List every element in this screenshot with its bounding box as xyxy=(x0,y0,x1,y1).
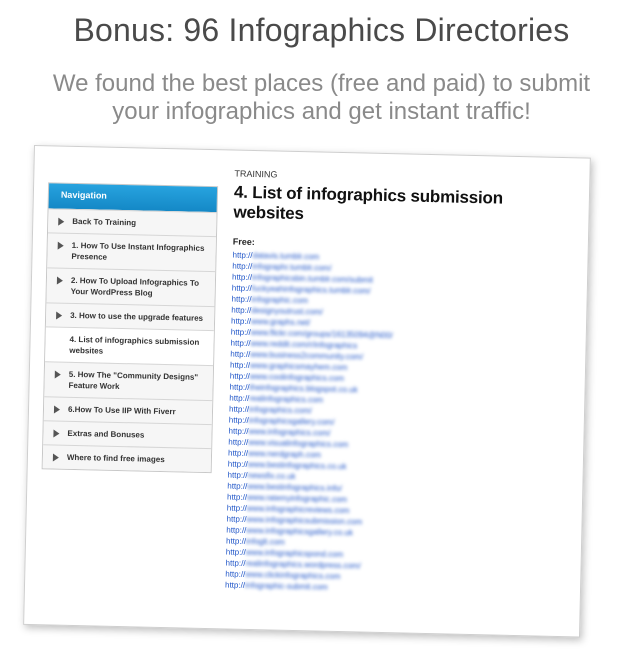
nav-item-label: 5. How The "Community Designs" Feature W… xyxy=(68,369,199,392)
nav-item-2[interactable]: 2. How To Upload Infographics To Your Wo… xyxy=(46,267,216,307)
headline: Bonus: 96 Infographics Directories xyxy=(73,12,570,48)
nav-item-label: 2. How To Upload Infographics To Your Wo… xyxy=(70,275,200,298)
nav-item-5[interactable]: 5. How The "Community Designs" Feature W… xyxy=(44,361,214,401)
triangle-right-icon xyxy=(54,370,61,379)
triangle-right-icon xyxy=(52,453,60,462)
nav-item-free-images[interactable]: Where to find free images xyxy=(42,444,212,473)
triangle-right-icon xyxy=(53,405,61,414)
subline-line-2: your infographics and get instant traffi… xyxy=(112,98,531,125)
nav-item-label: 6.How To Use IIP With Fiverr xyxy=(67,404,176,417)
subline-line-1: We found the best places (free and paid)… xyxy=(52,70,591,97)
nav-header: Navigation xyxy=(48,183,218,213)
main-content: TRAINING 4. List of infographics submiss… xyxy=(225,169,574,599)
nav-item-label: 4. List of infographics submission websi… xyxy=(69,334,200,356)
nav-item-label: 1. How To Use Instant Infographics Prese… xyxy=(71,240,205,262)
nav-item-4-active[interactable]: 4. List of infographics submission websi… xyxy=(45,326,214,366)
nav-item-label: Extras and Bonuses xyxy=(67,428,145,440)
triangle-right-icon xyxy=(58,217,65,226)
nav-item-label: Back To Training xyxy=(72,216,137,228)
link-list: http://datavis.tumblr.com http://infograp… xyxy=(225,250,573,599)
nav-item-1[interactable]: 1. How To Use Instant Infographics Prese… xyxy=(47,232,216,272)
triangle-right-icon xyxy=(53,429,60,438)
triangle-right-icon xyxy=(57,241,64,250)
triangle-right-icon xyxy=(56,311,63,320)
screenshot-preview: Navigation Back To Training 1. How To Us… xyxy=(23,145,623,645)
subline: We found the best places (free and paid)… xyxy=(0,70,643,126)
navigation-panel: Navigation Back To Training 1. How To Us… xyxy=(41,182,219,474)
training-page: Navigation Back To Training 1. How To Us… xyxy=(23,145,591,638)
nav-item-label: Where to find free images xyxy=(66,452,165,465)
nav-item-label: 3. How to use the upgrade features xyxy=(70,310,204,323)
page-title: 4. List of infographics submission websi… xyxy=(233,182,504,224)
triangle-right-icon xyxy=(56,276,64,285)
